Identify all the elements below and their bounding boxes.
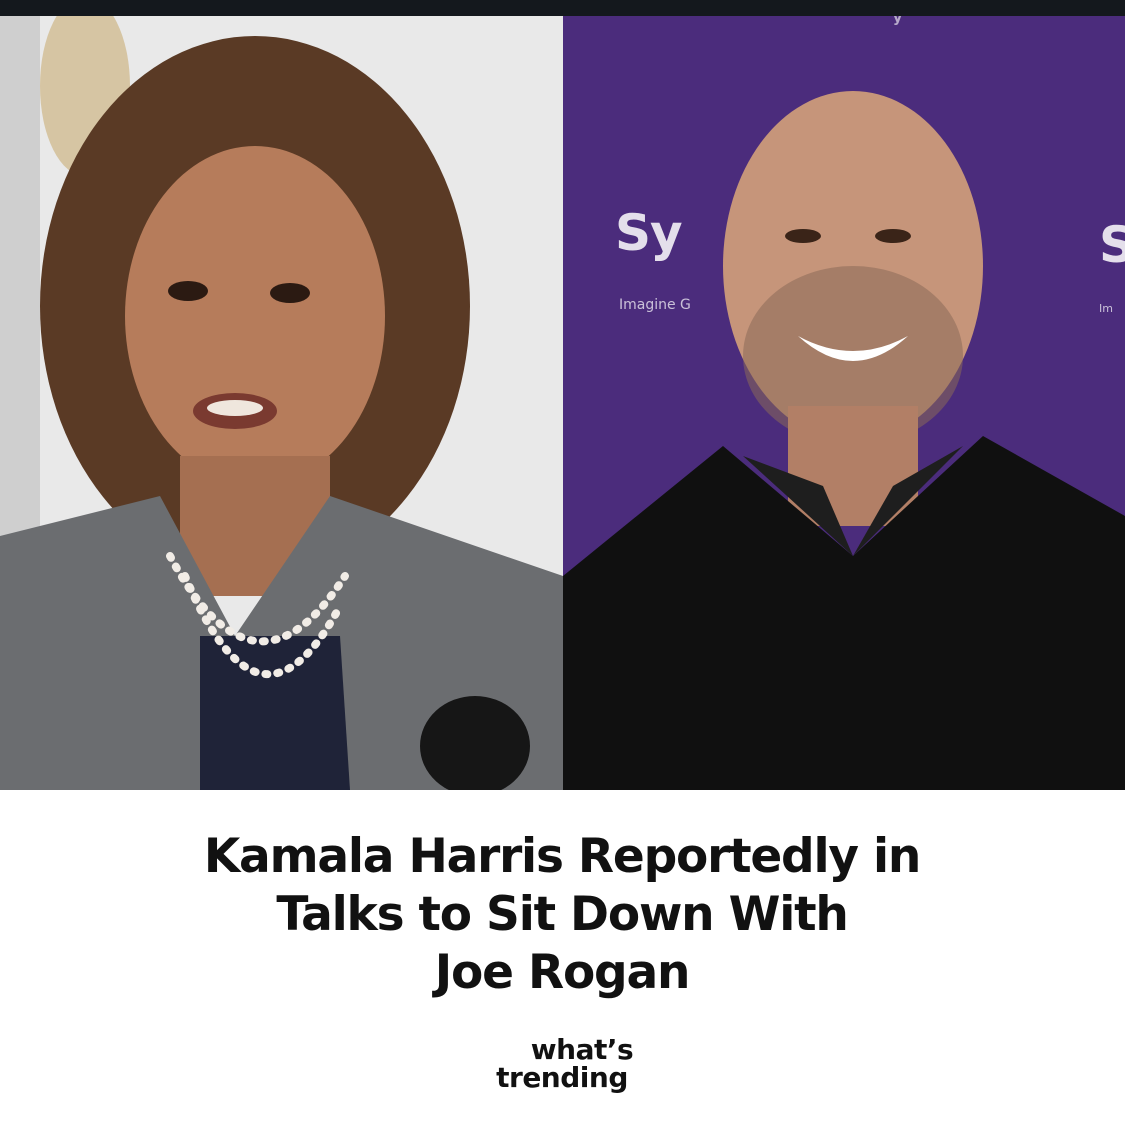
brand-line-1: what’s [530,1033,634,1066]
backdrop-logo-right: S [1099,216,1125,274]
headline: Kamala Harris Reportedly in Talks to Sit… [112,828,1012,1002]
backdrop-tagline-left: Imagine G [619,297,691,313]
photo-illustration-left [0,16,563,790]
headline-line-3: Joe Rogan [434,945,691,1000]
brand-line-2: trending [496,1061,628,1094]
backdrop-tagline-right: Im [1099,302,1113,315]
backdrop-text-top: y [893,16,903,26]
photo-joe-rogan: y Sy Imagine G S Im [563,16,1125,790]
whats-trending-logo: what’s trending [462,1036,662,1092]
news-card: y Sy Imagine G S Im Kamala Harris Report… [0,0,1125,1137]
photo-illustration-right [563,16,1125,790]
headline-line-2: Talks to Sit Down With [276,887,849,942]
backdrop-logo-left: Sy [615,204,683,262]
photo-kamala-harris [0,16,563,790]
top-strip [0,0,1125,16]
headline-line-1: Kamala Harris Reportedly in [203,829,922,884]
